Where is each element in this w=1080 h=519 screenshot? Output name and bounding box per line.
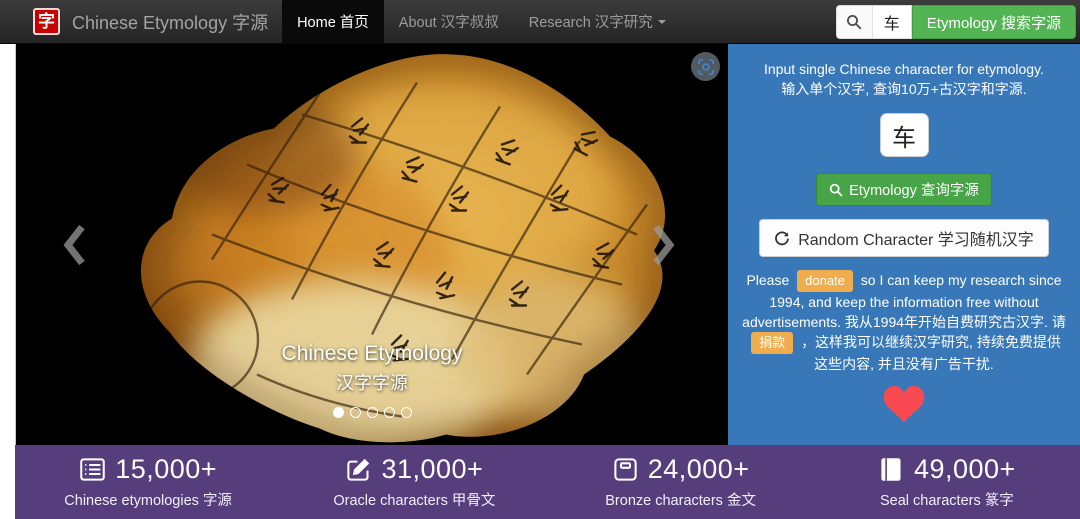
caret-down-icon bbox=[657, 19, 666, 24]
navbar-etymology-search-button[interactable]: Etymology 搜索字源 bbox=[911, 5, 1076, 39]
random-character-button[interactable]: Random Character 学习随机汉字 bbox=[759, 219, 1049, 257]
carousel-dot[interactable] bbox=[366, 407, 378, 418]
brand[interactable]: 字 Chinese Etymology 字源 bbox=[0, 0, 268, 43]
character-input[interactable] bbox=[879, 113, 929, 157]
stat-label: Oracle characters 甲骨文 bbox=[333, 493, 496, 509]
save-icon bbox=[614, 458, 637, 481]
refresh-icon bbox=[775, 231, 790, 246]
carousel: Chinese Etymology 汉字字源 bbox=[15, 44, 728, 445]
camera-lens-icon bbox=[697, 58, 714, 75]
search-icon bbox=[829, 183, 843, 196]
nav-tab-about-label: About 汉字叔叔 bbox=[398, 15, 499, 31]
stat-value: 24,000+ bbox=[647, 454, 750, 484]
stat-bronze: 24,000+ Bronze characters 金文 bbox=[548, 445, 814, 519]
image-search-badge[interactable] bbox=[691, 52, 720, 81]
carousel-caption-title: Chinese Etymology bbox=[281, 342, 463, 365]
donate-text-zh-1: 我从1994年开始自费研究古汉字. 请 bbox=[844, 314, 1066, 330]
carousel-dot[interactable] bbox=[383, 407, 395, 418]
etymology-query-label: Etymology 查询字源 bbox=[849, 183, 979, 199]
random-character-label: Random Character 学习随机汉字 bbox=[798, 232, 1034, 249]
stat-value: 31,000+ bbox=[381, 454, 484, 484]
instruction-zh: 输入单个汉字, 查询10万+古汉字和字源. bbox=[781, 81, 1027, 97]
navbar-etymology-search-label: Etymology 搜索字源 bbox=[926, 14, 1061, 32]
donate-link-en[interactable]: donate bbox=[797, 270, 853, 292]
search-icon bbox=[836, 6, 873, 38]
nav-tab-home-label: Home 首页 bbox=[297, 15, 369, 31]
navbar-search-box bbox=[835, 5, 912, 39]
carousel-prev-button[interactable] bbox=[62, 223, 88, 267]
brand-title: Chinese Etymology 字源 bbox=[72, 12, 269, 33]
nav-tab-research[interactable]: Research 汉字研究 bbox=[514, 0, 681, 43]
stat-seal: 49,000+ Seal characters 篆字 bbox=[814, 445, 1080, 519]
nav-tabs: Home 首页 About 汉字叔叔 Research 汉字研究 bbox=[282, 0, 681, 43]
edit-icon bbox=[347, 458, 370, 481]
carousel-caption-subtitle: 汉字字源 bbox=[336, 373, 408, 393]
carousel-dot[interactable] bbox=[400, 407, 412, 418]
carousel-dot[interactable] bbox=[332, 407, 344, 418]
list-icon bbox=[80, 458, 105, 481]
nav-tab-home[interactable]: Home 首页 bbox=[282, 0, 384, 43]
stat-value: 49,000+ bbox=[913, 454, 1016, 484]
donate-paragraph: Please donate so I can keep my research … bbox=[742, 270, 1066, 374]
heart-icon bbox=[728, 384, 1080, 425]
navbar-search-group: Etymology 搜索字源 bbox=[835, 5, 1076, 39]
carousel-next-button[interactable] bbox=[650, 223, 676, 267]
etymology-query-button[interactable]: Etymology 查询字源 bbox=[816, 173, 992, 206]
stat-value: 15,000+ bbox=[115, 454, 218, 484]
carousel-indicators bbox=[16, 405, 728, 423]
donate-text-en-1: Please bbox=[746, 272, 790, 288]
carousel-dot[interactable] bbox=[349, 407, 361, 418]
stat-label: Chinese etymologies 字源 bbox=[64, 493, 232, 509]
etymology-side-panel: Input single Chinese character for etymo… bbox=[728, 44, 1080, 445]
main-content: Chinese Etymology 汉字字源 Input single Chin… bbox=[15, 44, 1080, 445]
stat-etymologies: 15,000+ Chinese etymologies 字源 bbox=[15, 445, 281, 519]
site-logo-icon: 字 bbox=[33, 8, 60, 35]
donate-link-zh[interactable]: 捐款 bbox=[751, 332, 794, 354]
nav-tab-about[interactable]: About 汉字叔叔 bbox=[384, 0, 514, 43]
donate-text-zh-2: ，这样我可以继续汉字研究, 持续免费提供这些内容, 并且没有广告干扰. bbox=[801, 334, 1061, 372]
carousel-caption: Chinese Etymology 汉字字源 bbox=[16, 342, 728, 395]
stat-label: Bronze characters 金文 bbox=[605, 493, 756, 509]
instruction-en: Input single Chinese character for etymo… bbox=[764, 61, 1044, 77]
navbar: 字 Chinese Etymology 字源 Home 首页 About 汉字叔… bbox=[0, 0, 1080, 44]
logo-character: 字 bbox=[38, 12, 55, 31]
navbar-search-input[interactable] bbox=[872, 6, 911, 38]
stat-oracle: 31,000+ Oracle characters 甲骨文 bbox=[281, 445, 547, 519]
nav-tab-research-label: Research 汉字研究 bbox=[528, 15, 653, 31]
stats-bar: 15,000+ Chinese etymologies 字源 31,000+ O… bbox=[15, 445, 1080, 519]
book-icon bbox=[881, 458, 901, 481]
stat-label: Seal characters 篆字 bbox=[879, 493, 1014, 509]
